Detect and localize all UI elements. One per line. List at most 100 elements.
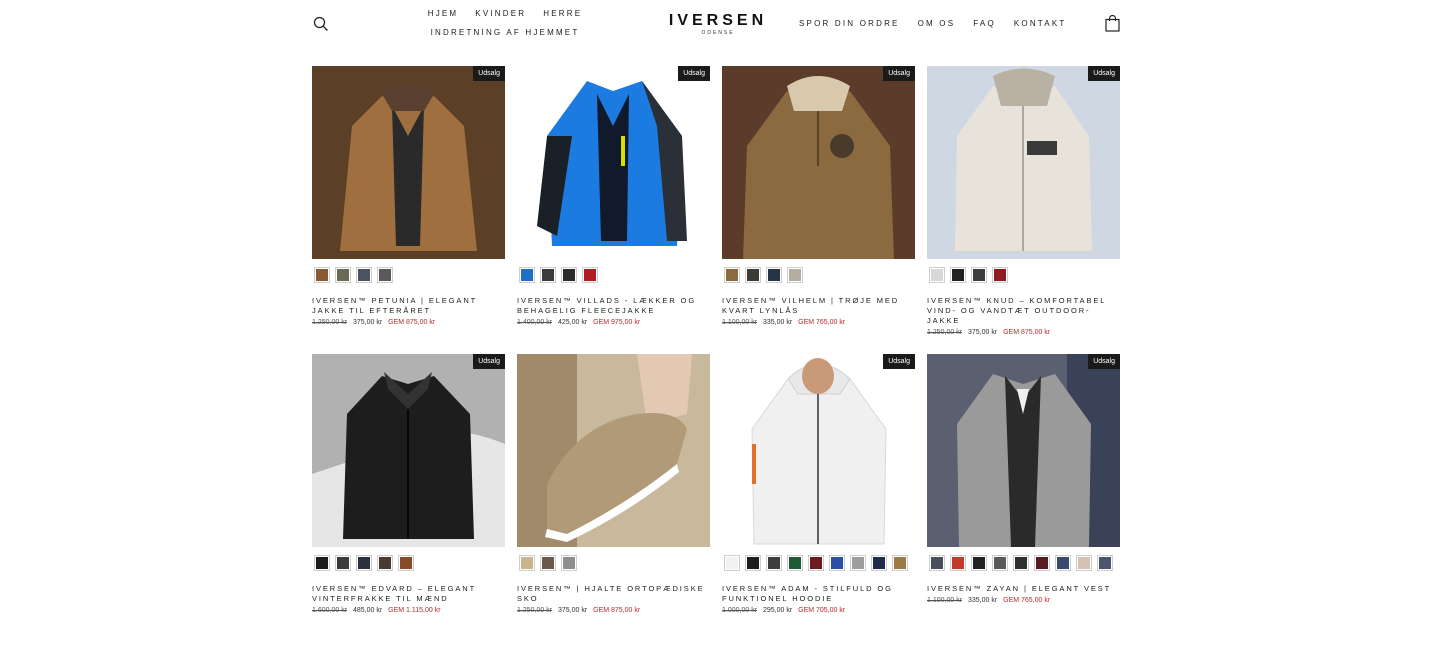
nav-kvinder[interactable]: KVINDER — [475, 9, 526, 18]
product-title[interactable]: IVERSEN™ ZAYAN | ELEGANT VEST — [927, 584, 1120, 594]
nav-kontakt[interactable]: KONTAKT — [1014, 19, 1067, 28]
product-title[interactable]: IVERSEN™ | HJALTE ORTOPÆDISKE SKO — [517, 584, 710, 604]
color-swatch[interactable] — [540, 555, 556, 571]
swatch-color — [316, 269, 328, 281]
color-swatches — [312, 555, 505, 571]
color-swatch[interactable] — [314, 267, 330, 283]
color-swatch[interactable] — [582, 267, 598, 283]
swatch-color — [337, 269, 349, 281]
color-swatch[interactable] — [356, 555, 372, 571]
color-swatch[interactable] — [992, 267, 1008, 283]
white-hoodie-image — [722, 354, 915, 547]
color-swatch[interactable] — [992, 555, 1008, 571]
color-swatch[interactable] — [766, 267, 782, 283]
color-swatch[interactable] — [929, 555, 945, 571]
product-title[interactable]: IVERSEN™ EDVARD – ELEGANT VINTERFRAKKE T… — [312, 584, 505, 604]
color-swatch[interactable] — [971, 267, 987, 283]
swatch-color — [379, 269, 391, 281]
color-swatch[interactable] — [377, 555, 393, 571]
product-card[interactable]: Udsalg IVERSEN™ EDVARD – ELEGANT VINTERF… — [312, 354, 505, 642]
color-swatch[interactable] — [1076, 555, 1092, 571]
color-swatch[interactable] — [1055, 555, 1071, 571]
sale-badge: Udsalg — [883, 66, 915, 81]
color-swatch[interactable] — [1013, 555, 1029, 571]
product-image[interactable]: Udsalg — [517, 66, 710, 259]
product-image[interactable]: Udsalg — [722, 354, 915, 547]
price-row: 1.400,00 kr 425,00 kr GEM 975,00 kr — [517, 319, 710, 326]
color-swatch[interactable] — [892, 555, 908, 571]
swatch-color — [563, 269, 575, 281]
product-image[interactable]: Udsalg — [722, 66, 915, 259]
product-image[interactable]: Udsalg — [312, 66, 505, 259]
swatch-color — [726, 269, 738, 281]
color-swatch[interactable] — [745, 267, 761, 283]
grey-cardigan-image — [927, 354, 1120, 547]
product-title[interactable]: IVERSEN™ PETUNIA | ELEGANT JAKKE TIL EFT… — [312, 296, 505, 316]
swatch-color — [810, 557, 822, 569]
price-row: 1.250,00 kr 375,00 kr GEM 875,00 kr — [927, 329, 1120, 336]
sale-badge: Udsalg — [883, 354, 915, 369]
sale-price: 485,00 kr — [352, 607, 383, 614]
nav-hjem[interactable]: HJEM — [428, 9, 459, 18]
color-swatch[interactable] — [356, 267, 372, 283]
product-title[interactable]: IVERSEN™ ADAM - STILFULD OG FUNKTIONEL H… — [722, 584, 915, 604]
color-swatch[interactable] — [335, 267, 351, 283]
shopping-bag-icon[interactable] — [1105, 15, 1120, 32]
product-card[interactable]: Udsalg IVERSEN™ ZAYAN | ELEGANT VEST 1.1… — [927, 354, 1120, 642]
color-swatch[interactable] — [745, 555, 761, 571]
color-swatch[interactable] — [398, 555, 414, 571]
brand-logo[interactable]: IVERSEN ODENSE — [668, 13, 768, 37]
product-title[interactable]: IVERSEN™ KNUD – KOMFORTABEL VIND- OG VAN… — [927, 296, 1120, 326]
nav-herre[interactable]: HERRE — [543, 9, 582, 18]
nav-faq[interactable]: FAQ — [973, 19, 996, 28]
nav-spor-ordre[interactable]: SPOR DIN ORDRE — [799, 19, 900, 28]
color-swatch[interactable] — [519, 267, 535, 283]
swatch-color — [931, 557, 943, 569]
color-swatch[interactable] — [1097, 555, 1113, 571]
product-image[interactable] — [517, 354, 710, 547]
product-card[interactable]: Udsalg IVERSEN™ ADAM - STILFULD OG FUNKT… — [722, 354, 915, 642]
product-image[interactable]: Udsalg — [312, 354, 505, 547]
search-icon[interactable] — [313, 16, 329, 32]
product-image[interactable]: Udsalg — [927, 354, 1120, 547]
site-header: HJEM KVINDER HERRE INDRETNING AF HJEMMET… — [0, 0, 1440, 50]
color-swatch[interactable] — [724, 267, 740, 283]
sale-badge: Udsalg — [1088, 66, 1120, 81]
color-swatch[interactable] — [1034, 555, 1050, 571]
savings-label: GEM 705,00 kr — [798, 607, 846, 614]
product-card[interactable]: Udsalg IVERSEN™ PETUNIA | ELEGANT JAKKE … — [312, 66, 505, 354]
color-swatch[interactable] — [561, 267, 577, 283]
color-swatch[interactable] — [971, 555, 987, 571]
product-title[interactable]: IVERSEN™ VILLADS - LÆKKER OG BEHAGELIG F… — [517, 296, 710, 316]
product-card[interactable]: Udsalg IVERSEN™ VILLADS - LÆKKER OG BEHA… — [517, 66, 710, 354]
product-title[interactable]: IVERSEN™ VILHELM | TRØJE MED KVART LYNLÅ… — [722, 296, 915, 316]
color-swatch[interactable] — [766, 555, 782, 571]
product-image[interactable]: Udsalg — [927, 66, 1120, 259]
color-swatch[interactable] — [929, 267, 945, 283]
color-swatch[interactable] — [377, 267, 393, 283]
color-swatch[interactable] — [540, 267, 556, 283]
color-swatches — [722, 267, 915, 283]
color-swatch[interactable] — [314, 555, 330, 571]
color-swatch[interactable] — [787, 555, 803, 571]
color-swatch[interactable] — [787, 267, 803, 283]
color-swatch[interactable] — [335, 555, 351, 571]
nav-om-os[interactable]: OM OS — [918, 19, 956, 28]
product-card[interactable]: IVERSEN™ | HJALTE ORTOPÆDISKE SKO 1.250,… — [517, 354, 710, 642]
swatch-color — [873, 557, 885, 569]
color-swatch[interactable] — [724, 555, 740, 571]
product-card[interactable]: Udsalg IVERSEN™ VILHELM | TRØJE MED KVAR… — [722, 66, 915, 354]
product-card[interactable]: Udsalg IVERSEN™ KNUD – KOMFORTABEL VIND-… — [927, 66, 1120, 354]
savings-label: GEM 875,00 kr — [593, 607, 641, 614]
nav-indretning[interactable]: INDRETNING AF HJEMMET — [431, 28, 580, 37]
color-swatch[interactable] — [519, 555, 535, 571]
color-swatch[interactable] — [850, 555, 866, 571]
color-swatch[interactable] — [950, 267, 966, 283]
color-swatch[interactable] — [561, 555, 577, 571]
color-swatch[interactable] — [950, 555, 966, 571]
color-swatch[interactable] — [871, 555, 887, 571]
color-swatch[interactable] — [829, 555, 845, 571]
swatch-color — [994, 557, 1006, 569]
swatch-color — [521, 269, 533, 281]
color-swatch[interactable] — [808, 555, 824, 571]
